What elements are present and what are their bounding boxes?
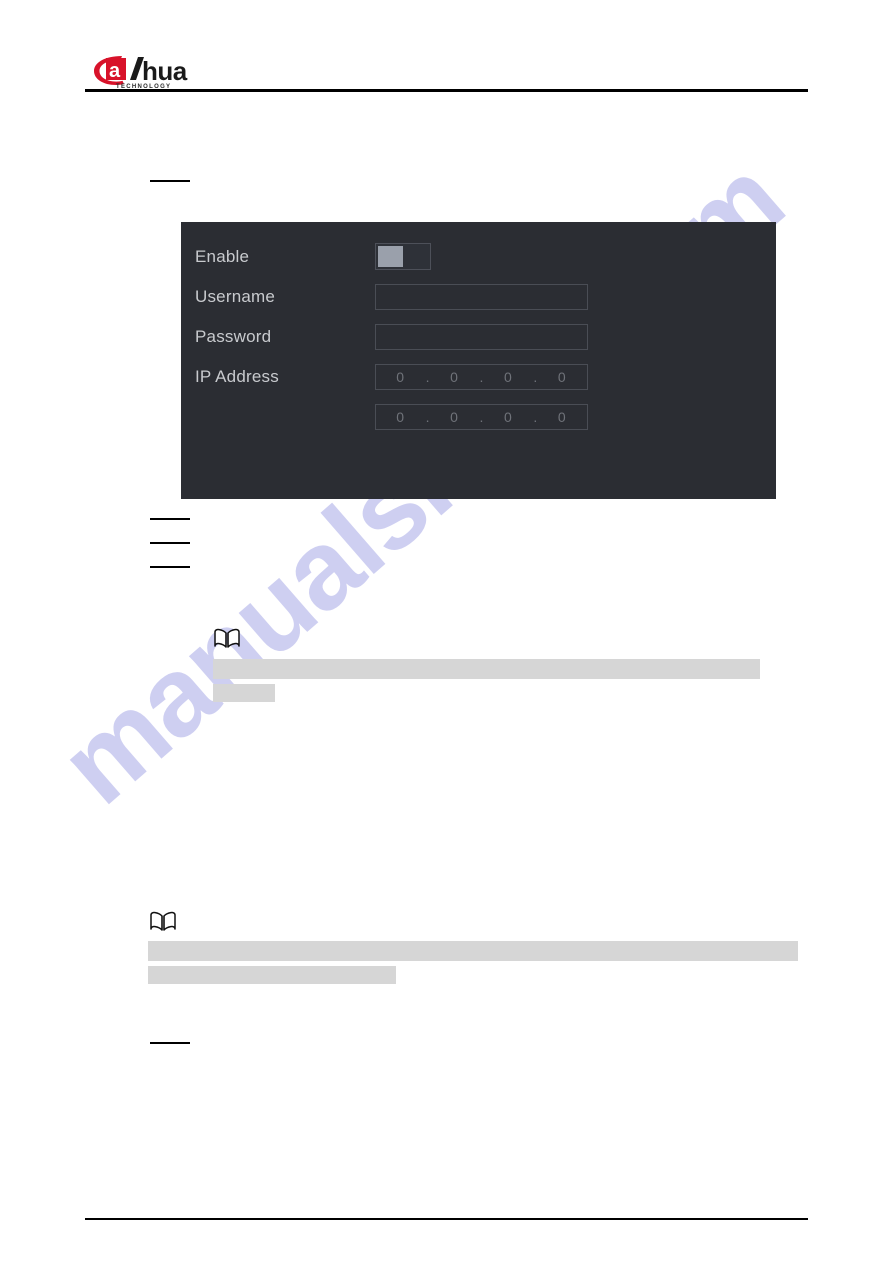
row-ip-address-2: 0 . 0 . 0 . 0 <box>181 402 776 432</box>
book-icon <box>214 628 240 650</box>
ip-octet: 0 <box>396 369 406 385</box>
footer-divider <box>85 1218 808 1220</box>
watermark-layer: manualshive.com <box>0 0 893 1263</box>
page-header: a hua TECHNOLOGY <box>0 0 893 95</box>
redacted-step-mark <box>150 1042 190 1044</box>
password-input[interactable] <box>375 324 588 350</box>
redacted-step-mark <box>150 566 190 568</box>
ip-octet: 0 <box>450 369 459 385</box>
row-password: Password <box>181 322 776 352</box>
ip-octet: 0 <box>557 409 567 425</box>
ip-address-input-secondary[interactable]: 0 . 0 . 0 . 0 <box>375 404 588 430</box>
ip-octet: 0 <box>503 409 513 425</box>
label-username: Username <box>195 287 276 306</box>
ip-octet: 0 <box>396 409 406 425</box>
dahua-logo: a hua TECHNOLOGY <box>92 52 212 90</box>
ip-octet: 0 <box>503 369 513 385</box>
redacted-step-mark <box>150 542 190 544</box>
redacted-step-mark <box>150 518 190 520</box>
svg-text:a: a <box>109 60 121 82</box>
row-username: Username <box>181 282 776 312</box>
ip-separator: . <box>479 369 484 385</box>
ip-separator: . <box>533 369 538 385</box>
header-divider <box>85 89 808 92</box>
row-enable: Enable <box>181 242 776 272</box>
row-ip-address-1: IP Address 0 . 0 . 0 . 0 <box>181 362 776 392</box>
device-settings-dialog: Enable Username Password IP Address 0 . … <box>181 222 776 499</box>
redacted-note-text <box>213 659 760 679</box>
ip-separator: . <box>479 409 484 425</box>
ip-separator: . <box>425 369 430 385</box>
username-input[interactable] <box>375 284 588 310</box>
ip-octet: 0 <box>450 409 459 425</box>
label-enable: Enable <box>195 247 250 266</box>
redacted-note-text <box>213 684 275 702</box>
ip-separator: . <box>425 409 430 425</box>
ip-separator: . <box>533 409 538 425</box>
ip-address-input-primary[interactable]: 0 . 0 . 0 . 0 <box>375 364 588 390</box>
enable-toggle[interactable] <box>375 243 431 270</box>
toggle-knob <box>378 246 403 267</box>
label-password: Password <box>195 327 272 346</box>
redacted-step-mark <box>150 180 190 182</box>
label-ip-address: IP Address <box>195 367 279 386</box>
redacted-note-text <box>148 941 798 961</box>
redacted-note-text <box>148 966 396 984</box>
book-icon <box>150 911 176 933</box>
ip-octet: 0 <box>557 369 567 385</box>
svg-text:hua: hua <box>142 56 188 86</box>
manual-page: manualshive.com a hua TECHNOLOGY <box>0 0 893 1263</box>
